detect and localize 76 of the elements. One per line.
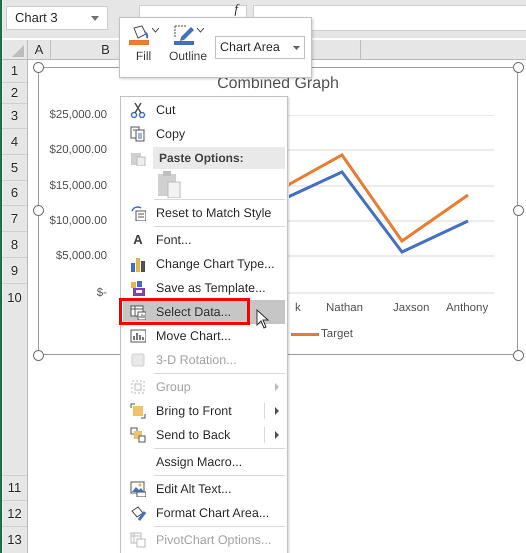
menu-item[interactable]: Move Chart... [123,324,285,348]
resize-handle[interactable] [513,350,524,361]
table-chart-icon [130,304,146,320]
axis-label: Anthony [446,301,488,316]
clipboard-icon [130,150,146,166]
select-all-icon [12,45,24,57]
bring-front-icon [130,403,146,419]
caret-icon [152,28,159,33]
row-header[interactable]: 13 [2,527,27,553]
axis-label: $5,000.00 [56,249,107,264]
outline-button[interactable]: Outline [167,22,210,73]
row-header[interactable]: 1 [2,60,27,83]
row-header[interactable]: 12 [2,501,27,527]
menu-item[interactable]: Edit Alt Text... [123,477,285,501]
submenu-arrow-icon [275,431,279,439]
font-icon: A [133,230,143,250]
row-header[interactable]: 6 [2,181,27,206]
chart-element-dropdown[interactable]: Chart Area [215,36,305,59]
row-header[interactable]: 10 [2,284,27,476]
column-header[interactable]: A [28,40,51,60]
cube-icon [130,352,146,368]
paint-bucket-icon [128,24,152,46]
pen-icon [172,24,197,46]
menu-item[interactable]: Send to Back [123,423,285,447]
chart-icon [130,328,146,344]
resize-handle[interactable] [33,350,44,361]
reset-style-icon [130,205,146,221]
axis-label: Nathan [326,301,364,316]
menu-item[interactable]: Assign Macro... [123,450,285,474]
axis-label: $15,000.00 [49,179,107,194]
axis-label: $- [96,286,107,301]
resize-handle[interactable] [513,62,524,73]
menu-item[interactable]: Cut [123,98,285,122]
axis-label: k [295,301,301,316]
axis-label: Jaxson [393,301,430,316]
resize-handle[interactable] [33,205,44,216]
legend-label: Target [321,327,353,342]
menu-item[interactable]: Change Chart Type... [123,252,285,276]
axis-label: $10,000.00 [49,214,107,229]
menu-item[interactable]: Save as Template... [123,276,285,300]
send-back-icon [130,427,146,443]
row-header[interactable]: 9 [2,258,27,284]
caret-icon [196,28,204,33]
row-header[interactable]: 4 [2,129,27,155]
cursor-icon [256,309,270,329]
row-header[interactable]: 8 [2,232,27,258]
row-header[interactable]: 5 [2,155,27,181]
row-header[interactable]: 11 [2,476,27,501]
menu-item[interactable]: Bring to Front [123,399,285,423]
menu-item[interactable]: Copy [123,122,285,146]
menu-item[interactable]: Format Chart Area... [123,501,285,525]
row-header[interactable]: 2 [2,83,27,104]
bar-chart-icon [130,256,146,272]
copy-icon [130,126,146,142]
resize-handle[interactable] [33,62,44,73]
group-icon [130,379,146,395]
submenu-arrow-icon [275,383,279,391]
axis-label: $20,000.00 [49,143,107,158]
function-button[interactable]: f [234,3,238,14]
pivot-icon [130,532,146,548]
menu-item[interactable]: Reset to Match Style [123,201,285,225]
caret-icon [91,16,99,20]
row-header[interactable]: 7 [2,206,27,232]
image-icon [130,481,146,497]
scissors-icon [130,102,146,118]
submenu-arrow-icon [275,407,279,415]
resize-handle[interactable] [513,205,524,216]
caret-icon [293,46,300,50]
axis-label: $25,000.00 [49,108,107,123]
name-box[interactable]: Chart 3 [6,6,108,30]
row-header[interactable]: 3 [2,104,27,129]
section-heading: Paste Options: [153,147,285,169]
template-icon [130,280,146,296]
menu-item[interactable]: A Font... [123,228,285,252]
chart-title: Combined Graph [216,74,340,93]
paint-bucket-icon [130,505,146,521]
